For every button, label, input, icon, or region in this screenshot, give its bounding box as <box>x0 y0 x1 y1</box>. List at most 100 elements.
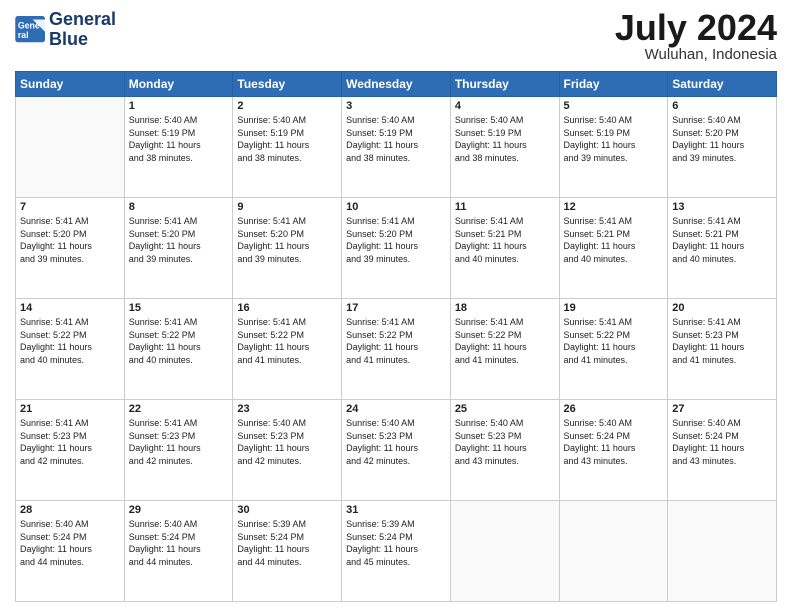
day-number: 21 <box>20 403 120 415</box>
calendar-table: Sunday Monday Tuesday Wednesday Thursday… <box>15 71 777 602</box>
table-row: 4Sunrise: 5:40 AM Sunset: 5:19 PM Daylig… <box>450 97 559 198</box>
day-number: 20 <box>672 302 772 314</box>
table-row: 7 Sunrise: 5:41 AM Sunset: 5:20 PM Daylig… <box>16 198 125 299</box>
day-number: 7 <box>20 201 120 213</box>
day-number: 28 <box>20 504 120 516</box>
logo-text: General Blue <box>49 10 116 50</box>
day-number: 27 <box>672 403 772 415</box>
table-row <box>16 97 125 198</box>
day-info: Sunrise: 5:40 AM Sunset: 5:19 PM Dayligh… <box>346 114 446 164</box>
day-number: 15 <box>129 302 229 314</box>
day-info: Sunrise: 5:41 AM Sunset: 5:23 PM Dayligh… <box>129 417 229 467</box>
day-number: 9 <box>237 201 337 213</box>
table-row: 21Sunrise: 5:41 AM Sunset: 5:23 PM Dayli… <box>16 400 125 501</box>
table-row: 30Sunrise: 5:39 AM Sunset: 5:24 PM Dayli… <box>233 501 342 602</box>
calendar-week-row: 1 Sunrise: 5:40 AM Sunset: 5:19 PM Daylig… <box>16 97 777 198</box>
day-number: 26 <box>564 403 664 415</box>
day-number: 3 <box>346 100 446 112</box>
day-number: 16 <box>237 302 337 314</box>
weekday-header-row: Sunday Monday Tuesday Wednesday Thursday… <box>16 72 777 97</box>
day-info: Sunrise: 5:40 AM Sunset: 5:23 PM Dayligh… <box>346 417 446 467</box>
day-number: 6 <box>672 100 772 112</box>
day-number: 2 <box>237 100 337 112</box>
calendar-week-row: 28 Sunrise: 5:40 AM Sunset: 5:24 PM Dayli… <box>16 501 777 602</box>
table-row: 29 Sunrise: 5:40 AM Sunset: 5:24 PM Dayli… <box>124 501 233 602</box>
day-info: Sunrise: 5:41 AM Sunset: 5:21 PM Dayligh… <box>564 215 664 265</box>
day-number: 1 <box>129 100 229 112</box>
day-info: Sunrise: 5:41 AM Sunset: 5:22 PM Dayligh… <box>455 316 555 366</box>
table-row: 26Sunrise: 5:40 AM Sunset: 5:24 PM Dayli… <box>559 400 668 501</box>
table-row <box>668 501 777 602</box>
header-monday: Monday <box>124 72 233 97</box>
table-row: 17 Sunrise: 5:41 AM Sunset: 5:22 PM Dayli… <box>342 299 451 400</box>
table-row: 3 Sunrise: 5:40 AM Sunset: 5:19 PM Daylig… <box>342 97 451 198</box>
table-row: 8 Sunrise: 5:41 AM Sunset: 5:20 PM Daylig… <box>124 198 233 299</box>
table-row: 6 Sunrise: 5:40 AM Sunset: 5:20 PM Daylig… <box>668 97 777 198</box>
day-info: Sunrise: 5:41 AM Sunset: 5:20 PM Dayligh… <box>346 215 446 265</box>
day-info: Sunrise: 5:41 AM Sunset: 5:20 PM Dayligh… <box>20 215 120 265</box>
day-info: Sunrise: 5:40 AM Sunset: 5:23 PM Dayligh… <box>237 417 337 467</box>
table-row: 20 Sunrise: 5:41 AM Sunset: 5:23 PM Dayli… <box>668 299 777 400</box>
day-number: 24 <box>346 403 446 415</box>
table-row: 13 Sunrise: 5:41 AM Sunset: 5:21 PM Dayli… <box>668 198 777 299</box>
header: Gene ral General Blue July 2024 Wuluhan,… <box>15 10 777 63</box>
day-number: 10 <box>346 201 446 213</box>
day-number: 17 <box>346 302 446 314</box>
month-title: July 2024 <box>615 10 777 46</box>
day-info: Sunrise: 5:41 AM Sunset: 5:22 PM Dayligh… <box>346 316 446 366</box>
header-thursday: Thursday <box>450 72 559 97</box>
location: Wuluhan, Indonesia <box>615 46 777 63</box>
table-row: 5 Sunrise: 5:40 AM Sunset: 5:19 PM Daylig… <box>559 97 668 198</box>
table-row: 9 Sunrise: 5:41 AM Sunset: 5:20 PM Daylig… <box>233 198 342 299</box>
day-info: Sunrise: 5:40 AM Sunset: 5:19 PM Dayligh… <box>129 114 229 164</box>
header-friday: Friday <box>559 72 668 97</box>
day-number: 30 <box>237 504 337 516</box>
logo-icon: Gene ral <box>15 16 47 44</box>
table-row: 27Sunrise: 5:40 AM Sunset: 5:24 PM Dayli… <box>668 400 777 501</box>
table-row: 16Sunrise: 5:41 AM Sunset: 5:22 PM Dayli… <box>233 299 342 400</box>
day-info: Sunrise: 5:40 AM Sunset: 5:24 PM Dayligh… <box>129 518 229 568</box>
day-info: Sunrise: 5:40 AM Sunset: 5:19 PM Dayligh… <box>237 114 337 164</box>
table-row: 2 Sunrise: 5:40 AM Sunset: 5:19 PM Daylig… <box>233 97 342 198</box>
table-row: 11 Sunrise: 5:41 AM Sunset: 5:21 PM Dayli… <box>450 198 559 299</box>
day-number: 29 <box>129 504 229 516</box>
day-number: 18 <box>455 302 555 314</box>
table-row <box>450 501 559 602</box>
table-row: 28 Sunrise: 5:40 AM Sunset: 5:24 PM Dayli… <box>16 501 125 602</box>
day-number: 8 <box>129 201 229 213</box>
logo-line2: Blue <box>49 30 116 50</box>
day-info: Sunrise: 5:41 AM Sunset: 5:20 PM Dayligh… <box>237 215 337 265</box>
table-row: 15 Sunrise: 5:41 AM Sunset: 5:22 PM Dayli… <box>124 299 233 400</box>
table-row: 19Sunrise: 5:41 AM Sunset: 5:22 PM Dayli… <box>559 299 668 400</box>
day-number: 19 <box>564 302 664 314</box>
table-row <box>559 501 668 602</box>
header-wednesday: Wednesday <box>342 72 451 97</box>
logo: Gene ral General Blue <box>15 10 116 50</box>
day-info: Sunrise: 5:40 AM Sunset: 5:19 PM Dayligh… <box>455 114 555 164</box>
day-info: Sunrise: 5:41 AM Sunset: 5:21 PM Dayligh… <box>455 215 555 265</box>
day-info: Sunrise: 5:40 AM Sunset: 5:24 PM Dayligh… <box>20 518 120 568</box>
svg-text:Gene: Gene <box>18 20 40 30</box>
page: Gene ral General Blue July 2024 Wuluhan,… <box>0 0 792 612</box>
table-row: 24 Sunrise: 5:40 AM Sunset: 5:23 PM Dayli… <box>342 400 451 501</box>
day-info: Sunrise: 5:41 AM Sunset: 5:22 PM Dayligh… <box>129 316 229 366</box>
table-row: 23Sunrise: 5:40 AM Sunset: 5:23 PM Dayli… <box>233 400 342 501</box>
day-number: 12 <box>564 201 664 213</box>
calendar-week-row: 7 Sunrise: 5:41 AM Sunset: 5:20 PM Daylig… <box>16 198 777 299</box>
day-number: 11 <box>455 201 555 213</box>
day-info: Sunrise: 5:41 AM Sunset: 5:23 PM Dayligh… <box>672 316 772 366</box>
day-info: Sunrise: 5:41 AM Sunset: 5:20 PM Dayligh… <box>129 215 229 265</box>
day-info: Sunrise: 5:40 AM Sunset: 5:19 PM Dayligh… <box>564 114 664 164</box>
table-row: 31Sunrise: 5:39 AM Sunset: 5:24 PM Dayli… <box>342 501 451 602</box>
day-info: Sunrise: 5:40 AM Sunset: 5:20 PM Dayligh… <box>672 114 772 164</box>
table-row: 12 Sunrise: 5:41 AM Sunset: 5:21 PM Dayli… <box>559 198 668 299</box>
calendar-week-row: 21 Sunrise: 5:41 AM Sunset: 5:23 PM Dayli… <box>16 400 777 501</box>
day-number: 5 <box>564 100 664 112</box>
table-row: 18 Sunrise: 5:41 AM Sunset: 5:22 PM Dayli… <box>450 299 559 400</box>
table-row: 22Sunrise: 5:41 AM Sunset: 5:23 PM Dayli… <box>124 400 233 501</box>
day-info: Sunrise: 5:41 AM Sunset: 5:21 PM Dayligh… <box>672 215 772 265</box>
day-number: 31 <box>346 504 446 516</box>
day-info: Sunrise: 5:40 AM Sunset: 5:23 PM Dayligh… <box>455 417 555 467</box>
day-number: 13 <box>672 201 772 213</box>
table-row: 1 Sunrise: 5:40 AM Sunset: 5:19 PM Daylig… <box>124 97 233 198</box>
